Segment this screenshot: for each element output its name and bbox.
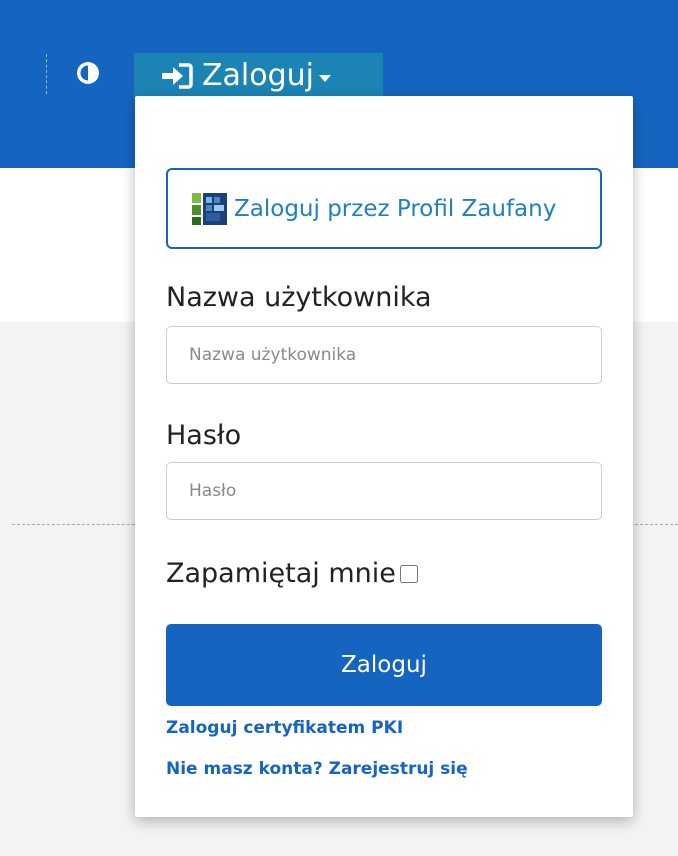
remember-me-row: Zapamiętaj mnie <box>166 558 418 589</box>
navbar-divider <box>46 54 47 94</box>
profil-zaufany-label: Zaloguj przez Profil Zaufany <box>234 195 557 222</box>
contrast-icon <box>77 62 99 84</box>
login-dropdown-panel: Zaloguj przez Profil Zaufany Nazwa użytk… <box>135 96 633 817</box>
login-dropdown-toggle[interactable]: Zaloguj <box>134 53 383 98</box>
profil-zaufany-login-button[interactable]: Zaloguj przez Profil Zaufany <box>166 168 602 249</box>
password-label: Hasło <box>166 420 242 451</box>
sign-in-icon <box>160 62 194 90</box>
register-link[interactable]: Nie masz konta? Zarejestruj się <box>166 759 468 779</box>
profil-zaufany-logo-icon <box>192 192 227 225</box>
login-toggle-label: Zaloguj <box>202 58 315 93</box>
username-label: Nazwa użytkownika <box>166 282 432 313</box>
caret-down-icon <box>319 75 332 82</box>
password-input[interactable] <box>166 462 602 520</box>
contrast-toggle-button[interactable] <box>68 56 108 90</box>
remember-me-label: Zapamiętaj mnie <box>166 558 396 589</box>
remember-me-checkbox[interactable] <box>399 564 418 583</box>
username-input[interactable] <box>166 326 602 384</box>
login-submit-button[interactable]: Zaloguj <box>166 624 602 706</box>
pki-login-link[interactable]: Zaloguj certyfikatem PKI <box>166 718 403 738</box>
